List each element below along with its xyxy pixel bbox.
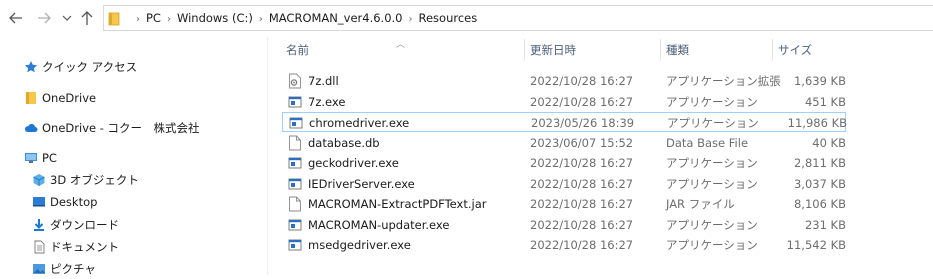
- address-bar-row: › PC › Windows (C:) › MACROMAN_ver4.6.0.0 › Res…: [0, 0, 933, 37]
- file-date: 2023/05/26 18:39: [531, 116, 635, 130]
- folder-icon: [108, 12, 120, 26]
- download-icon: [34, 219, 44, 231]
- chevron-right-icon: ›: [408, 14, 413, 25]
- breadcrumb-pc[interactable]: PC: [146, 11, 161, 25]
- document-icon: [34, 240, 45, 254]
- breadcrumb-macroman[interactable]: MACROMAN_ver4.6.0.0: [269, 11, 403, 25]
- file-type: Data Base File: [666, 135, 749, 150]
- exe-file-icon: [288, 96, 302, 107]
- file-date: 2022/10/28 16:27: [530, 217, 634, 232]
- file-name: database.db: [308, 135, 380, 150]
- file-type: アプリケーション拡張: [666, 74, 781, 88]
- db-file-icon: [289, 135, 301, 150]
- dll-file-icon: [289, 73, 301, 89]
- column-header-size[interactable]: サイズ: [778, 37, 812, 63]
- file-size: 11,542 KB: [786, 238, 846, 252]
- file-date: 2022/10/28 16:27: [530, 156, 634, 170]
- file-name: MACROMAN-updater.exe: [308, 217, 450, 232]
- file-date: 2022/10/28 16:27: [530, 94, 634, 109]
- file-size: 40 KB: [812, 135, 846, 150]
- file-size: 11,986 KB: [787, 116, 847, 130]
- file-size: 2,811 KB: [793, 156, 846, 170]
- file-row[interactable]: MACROMAN-updater.exe 2022/10/28 16:27 アプリケ…: [282, 215, 846, 235]
- desktop-icon: [33, 197, 45, 207]
- recent-locations-button[interactable]: [62, 8, 74, 28]
- arrow-up-icon: [81, 11, 93, 25]
- column-header-date[interactable]: 更新日時: [530, 37, 576, 63]
- file-row[interactable]: IEDriverServer.exe 2022/10/28 16:27 アプリケーシ…: [282, 174, 846, 194]
- file-size: 8,106 KB: [793, 197, 846, 211]
- up-button[interactable]: [80, 8, 98, 28]
- breadcrumb-resources[interactable]: Resources: [419, 11, 478, 25]
- computer-icon: [25, 153, 37, 163]
- file-date: 2023/06/07 15:52: [530, 135, 634, 150]
- chevron-right-icon: ›: [166, 14, 171, 25]
- file-row[interactable]: msedgedriver.exe 2022/10/28 16:27 アプリケーション…: [282, 235, 846, 255]
- file-name: MACROMAN-ExtractPDFText.jar: [308, 197, 487, 211]
- file-row[interactable]: chromedriver.exe 2023/05/26 18:39 アプリケーション…: [282, 112, 847, 132]
- exe-file-icon: [288, 178, 302, 189]
- breadcrumb-drive[interactable]: Windows (C:): [177, 11, 253, 25]
- forward-button[interactable]: [36, 8, 56, 28]
- file-type: アプリケーション: [666, 156, 758, 170]
- star-icon: [25, 61, 37, 73]
- chevron-right-icon: ›: [258, 14, 263, 25]
- file-type: アプリケーション: [666, 238, 758, 252]
- file-type: アプリケーション: [666, 176, 758, 191]
- file-type: アプリケーション: [666, 217, 758, 232]
- file-size: 3,037 KB: [793, 176, 846, 191]
- file-date: 2022/10/28 16:27: [530, 238, 634, 252]
- folder-icon: [26, 92, 36, 104]
- arrow-right-icon: [38, 12, 51, 24]
- picture-icon: [33, 264, 45, 274]
- column-header-type[interactable]: 種類: [666, 37, 689, 63]
- chevron-down-icon: [62, 15, 72, 21]
- sort-ascending-icon: ︿: [396, 40, 406, 50]
- exe-file-icon: [288, 157, 302, 169]
- column-divider[interactable]: [524, 39, 525, 61]
- file-size: 1,639 KB: [793, 74, 846, 88]
- arrow-left-icon: [9, 12, 22, 24]
- file-date: 2022/10/28 16:27: [530, 176, 634, 191]
- file-size: 231 KB: [804, 217, 846, 232]
- breadcrumb: › PC › Windows (C:) › MACROMAN_ver4.6.0.0 › Res…: [130, 6, 477, 30]
- file-name: geckodriver.exe: [308, 156, 399, 170]
- column-divider[interactable]: [772, 39, 773, 61]
- cloud-icon: [24, 124, 38, 132]
- file-size: 451 KB: [804, 94, 846, 109]
- cube-icon: [33, 174, 45, 186]
- file-list: ︿ 名前 更新日時 種類 サイズ 7z.dll 2022/10/28 16:27 ア…: [268, 37, 933, 275]
- file-row[interactable]: MACROMAN-ExtractPDFText.jar 2022/10/28 16…: [282, 194, 846, 214]
- file-name: 7z.dll: [308, 74, 339, 88]
- file-row[interactable]: 7z.exe 2022/10/28 16:27 アプリケーション 451 KB: [282, 92, 846, 112]
- column-divider[interactable]: [660, 39, 661, 61]
- file-name: chromedriver.exe: [309, 116, 410, 130]
- file-row[interactable]: 7z.dll 2022/10/28 16:27 アプリケーション拡張 1,639 KB: [282, 71, 846, 91]
- file-date: 2022/10/28 16:27: [530, 74, 634, 88]
- exe-file-icon: [288, 239, 302, 251]
- column-header-name[interactable]: 名前: [286, 37, 309, 63]
- file-name: msedgedriver.exe: [308, 238, 411, 252]
- navigation-pane: クイック アクセス OneDrive OneDrive - コクー 株式会社 P…: [0, 37, 268, 276]
- file-row[interactable]: database.db 2023/06/07 15:52 Data Base Fil…: [282, 133, 846, 153]
- file-type: アプリケーション: [667, 116, 759, 130]
- file-type: JAR ファイル: [666, 197, 735, 211]
- file-name: 7z.exe: [308, 94, 346, 109]
- file-icon: [289, 196, 301, 212]
- back-button[interactable]: [8, 8, 28, 28]
- file-type: アプリケーション: [666, 94, 758, 109]
- address-bar[interactable]: › PC › Windows (C:) › MACROMAN_ver4.6.0.0 › Res…: [103, 5, 933, 31]
- chevron-right-icon: ›: [136, 14, 140, 25]
- file-row[interactable]: geckodriver.exe 2022/10/28 16:27 アプリケーション 2…: [282, 153, 846, 173]
- file-name: IEDriverServer.exe: [308, 176, 415, 191]
- exe-file-icon: [289, 117, 303, 129]
- file-date: 2022/10/28 16:27: [530, 197, 634, 211]
- exe-file-icon: [288, 219, 302, 230]
